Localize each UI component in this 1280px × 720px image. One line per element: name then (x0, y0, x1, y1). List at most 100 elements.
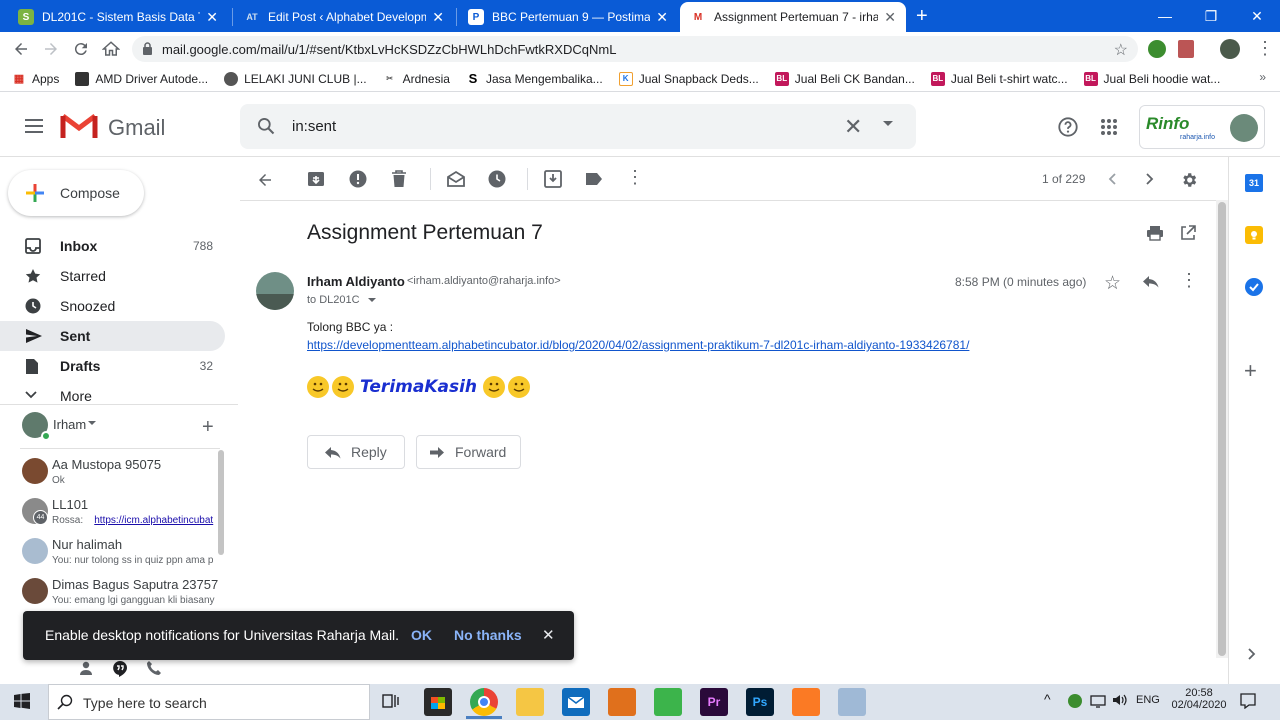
profile-avatar[interactable] (1220, 39, 1240, 59)
file-explorer-icon[interactable] (516, 688, 544, 716)
premiere-icon[interactable]: Pr (700, 688, 728, 716)
more-bookmarks-icon[interactable]: » (1259, 70, 1266, 84)
nav-inbox[interactable]: Inbox 788 (0, 231, 225, 261)
close-icon[interactable]: ✕ (542, 626, 555, 644)
chrome-icon[interactable] (470, 688, 498, 716)
forward-icon[interactable] (42, 40, 60, 58)
move-to-icon[interactable] (544, 170, 562, 188)
newer-icon[interactable] (1108, 173, 1116, 185)
expand-panel-icon[interactable] (1248, 648, 1256, 660)
windows-start-icon[interactable] (14, 693, 30, 709)
close-icon[interactable]: ✕ (656, 9, 668, 26)
older-icon[interactable] (1146, 173, 1154, 185)
chat-link[interactable]: https://icm.alphabetincubat (94, 515, 213, 526)
main-menu-icon[interactable] (24, 118, 44, 134)
home-icon[interactable] (102, 40, 120, 58)
address-bar[interactable]: mail.google.com/mail/u/1/#sent/KtbxLvHcK… (132, 36, 1138, 62)
chat-scrollbar[interactable] (218, 450, 224, 555)
star-toggle-icon[interactable]: ☆ (1104, 272, 1121, 295)
bookmark-item[interactable]: LELAKI JUNI CLUB |... (224, 71, 367, 86)
chat-item[interactable]: Aa Mustopa 95075 Ok (0, 452, 220, 492)
mark-unread-icon[interactable] (447, 170, 465, 188)
browser-tab[interactable]: S DL201C - Sistem Basis Data TA. 2 ✕ (8, 2, 228, 32)
taskbar-search[interactable]: Type here to search (48, 684, 370, 720)
search-options-icon[interactable] (882, 120, 894, 128)
search-icon[interactable] (256, 116, 276, 136)
chat-item[interactable]: 44 LL101 Rossa: https://icm.alphabetincu… (0, 492, 220, 532)
nav-starred[interactable]: Starred (0, 261, 225, 291)
sublime-text-icon[interactable] (608, 688, 636, 716)
search-input[interactable]: in:sent (292, 118, 336, 135)
reply-icon[interactable] (1142, 275, 1159, 288)
keep-icon[interactable] (1245, 226, 1263, 244)
close-icon[interactable]: ✕ (206, 9, 218, 26)
chevron-down-icon[interactable] (88, 421, 96, 426)
compose-button[interactable]: Compose (8, 170, 144, 216)
nav-drafts[interactable]: Drafts 32 (0, 351, 225, 381)
nav-sent[interactable]: Sent (0, 321, 225, 351)
network-icon[interactable] (1090, 694, 1106, 708)
paint-icon[interactable] (838, 688, 866, 716)
print-icon[interactable] (1146, 225, 1164, 241)
mail-app-icon[interactable] (562, 688, 590, 716)
bookmark-item[interactable]: BL Jual Beli CK Bandan... (774, 71, 915, 86)
help-icon[interactable] (1057, 116, 1079, 138)
photoshop-icon[interactable]: Ps (746, 688, 774, 716)
back-icon[interactable] (12, 40, 30, 58)
bookmark-apps[interactable]: ▦ Apps (12, 72, 60, 86)
forward-button[interactable]: Forward (416, 435, 521, 469)
show-hidden-icons[interactable]: ^ (1044, 691, 1051, 707)
volume-icon[interactable] (1112, 693, 1128, 707)
delete-icon[interactable] (391, 170, 407, 188)
reload-icon[interactable] (72, 40, 90, 58)
browser-tab-active[interactable]: M Assignment Pertemuan 7 - irham ✕ (680, 2, 906, 32)
tasks-icon[interactable] (1245, 278, 1263, 296)
reply-button[interactable]: Reply (307, 435, 405, 469)
xampp-icon[interactable] (792, 688, 820, 716)
notification-center-icon[interactable] (1240, 693, 1256, 709)
clock[interactable]: 20:58 02/04/2020 (1170, 687, 1228, 711)
more-message-actions-icon[interactable]: ⋮ (1180, 270, 1198, 291)
task-view-icon[interactable] (382, 693, 400, 709)
apps-grid-icon[interactable] (1100, 118, 1118, 136)
minimize-icon[interactable]: — (1142, 0, 1188, 32)
back-to-list-icon[interactable] (256, 171, 274, 189)
sender-avatar[interactable] (256, 272, 294, 310)
chat-item[interactable]: Dimas Bagus Saputra 23757 You: emang lgi… (0, 572, 220, 612)
chat-item[interactable]: Nur halimah You: nur tolong ss in quiz p… (0, 532, 220, 572)
add-chat-icon[interactable]: + (202, 416, 214, 439)
hangouts-icon[interactable] (112, 660, 128, 677)
notification-no-thanks-button[interactable]: No thanks (454, 627, 522, 643)
hangouts-user[interactable]: Irham (53, 417, 86, 432)
notepad-plus-icon[interactable] (654, 688, 682, 716)
maximize-icon[interactable]: ❐ (1188, 0, 1234, 32)
close-icon[interactable]: ✕ (432, 9, 444, 26)
open-new-window-icon[interactable] (1180, 225, 1196, 241)
extension-icon[interactable] (1148, 40, 1166, 58)
contacts-icon[interactable] (78, 660, 94, 676)
bookmark-item[interactable]: K Jual Snapback Deds... (618, 71, 759, 86)
browser-tab[interactable]: AT Edit Post ‹ Alphabet Developmen ✕ (234, 2, 454, 32)
bookmark-item[interactable]: BL Jual Beli hoodie wat... (1083, 71, 1220, 86)
phone-icon[interactable] (146, 660, 162, 676)
notification-ok-button[interactable]: OK (411, 627, 432, 643)
browser-menu-icon[interactable]: ⋮ (1256, 38, 1274, 59)
main-scrollbar[interactable] (1218, 202, 1226, 656)
email-body-link[interactable]: https://developmentteam.alphabetincubato… (307, 338, 969, 352)
label-icon[interactable] (585, 172, 603, 186)
bookmark-item[interactable]: AMD Driver Autode... (75, 71, 208, 86)
input-language[interactable]: ENG (1136, 694, 1160, 706)
archive-icon[interactable] (307, 170, 325, 188)
nav-snoozed[interactable]: Snoozed (0, 291, 225, 321)
nav-more[interactable]: More (0, 381, 225, 411)
browser-tab[interactable]: P BBC Pertemuan 9 — Postimage.o ✕ (458, 2, 678, 32)
report-spam-icon[interactable] (349, 170, 367, 188)
bookmark-item[interactable]: BL Jual Beli t-shirt watc... (930, 71, 1068, 86)
gmail-logo-icon[interactable] (60, 112, 98, 140)
snooze-icon[interactable] (488, 170, 506, 188)
close-icon[interactable]: ✕ (884, 9, 896, 26)
tray-app-icon[interactable] (1068, 694, 1082, 708)
store-icon[interactable] (424, 688, 452, 716)
bookmark-item[interactable]: ✂ Ardnesia (383, 72, 450, 86)
bookmark-item[interactable]: S Jasa Mengembalika... (466, 71, 603, 86)
